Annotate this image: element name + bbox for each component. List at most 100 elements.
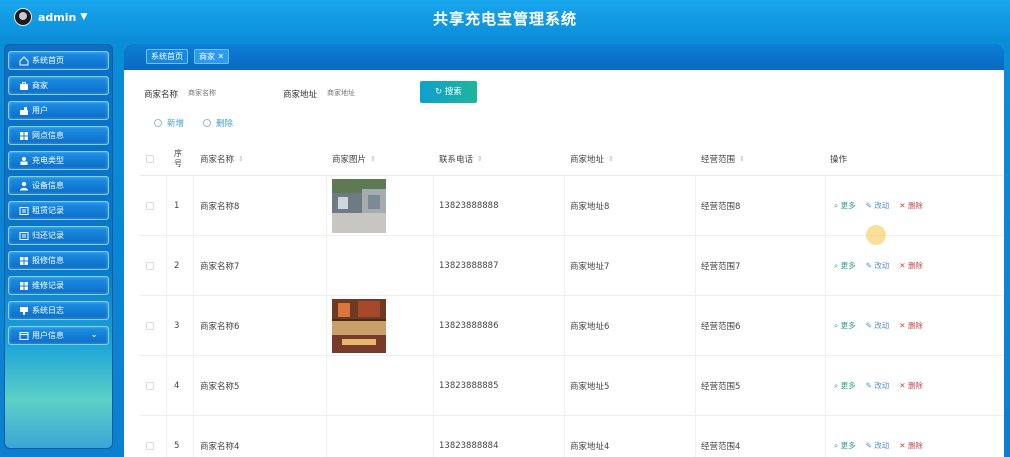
tab-home[interactable]: 系统首页 [146, 49, 188, 64]
add-label: 新增 [167, 119, 185, 129]
row-checkbox[interactable] [146, 441, 154, 450]
delete-row-button[interactable]: ✕ 删除 [899, 260, 923, 271]
grid-icon [20, 281, 28, 290]
row-photo-cell [332, 176, 386, 235]
sidebar-item-charge-type[interactable]: 充电类型 [8, 151, 109, 170]
sidebar-item-label: 归还记录 [32, 231, 64, 240]
sidebar-item-repair-record[interactable]: 维修记录 [8, 276, 109, 295]
row-ops: ⌕ 更多 ✎ 改动 ✕ 删除 [834, 416, 923, 457]
row-address: 商家地址5 [570, 381, 610, 392]
row-name: 商家名称6 [200, 321, 240, 332]
sidebar-item-device[interactable]: 设备信息 [8, 176, 109, 195]
tab-merchant[interactable]: 商家 ✕ [194, 49, 230, 64]
sidebar-item-syslog[interactable]: 系统日志 [8, 301, 109, 320]
app-title: 共享充电宝管理系统 [432, 10, 577, 28]
sidebar-item-user-info[interactable]: 用户信息 ⌄ [8, 326, 109, 345]
sidebar-item-label: 用户信息 [32, 331, 64, 340]
sort-icon[interactable]: ⇕ [477, 155, 483, 163]
row-checkbox-cell[interactable] [146, 356, 154, 415]
merchant-photo[interactable] [332, 298, 386, 353]
row-name: 商家名称7 [200, 261, 240, 272]
col-photo-label: 商家图片 [332, 154, 367, 165]
address-label: 商家地址 [283, 90, 318, 100]
table-row[interactable]: 4 商家名称5 13823888885 商家地址5 经营范围5 ⌕ 更多 ✎ 改… [140, 356, 1004, 416]
delete-row-button[interactable]: ✕ 删除 [899, 320, 923, 331]
col-scope[interactable]: 经营范围 ⇕ [701, 142, 745, 175]
table-row[interactable]: 2 商家名称7 13823888887 商家地址7 经营范围7 ⌕ 更多 ✎ 改… [140, 236, 1004, 296]
row-phone: 13823888887 [439, 260, 499, 271]
row-name: 商家名称8 [200, 201, 240, 212]
more-button[interactable]: ⌕ 更多 [834, 380, 856, 391]
edit-button[interactable]: ✎ 改动 [866, 440, 890, 451]
name-label: 商家名称 [144, 90, 179, 100]
sort-icon[interactable]: ⇕ [739, 155, 745, 163]
row-checkbox[interactable] [146, 321, 154, 330]
sidebar-item-repair-info[interactable]: 报修信息 [8, 251, 109, 270]
more-button[interactable]: ⌕ 更多 [834, 200, 856, 211]
sidebar-item-label: 系统首页 [32, 56, 64, 65]
row-scope: 经营范围5 [701, 381, 741, 392]
chevron-down-icon[interactable]: ⌄ [90, 330, 98, 340]
home-icon [19, 55, 29, 65]
edit-button[interactable]: ✎ 改动 [866, 200, 890, 211]
delete-row-button[interactable]: ✕ 删除 [899, 380, 923, 391]
row-phone: 13823888888 [439, 200, 499, 211]
sidebar-item-return[interactable]: 归还记录 [8, 226, 109, 245]
select-all-checkbox[interactable] [146, 154, 154, 163]
sort-icon[interactable]: ⇕ [370, 155, 376, 163]
sidebar-item-home[interactable]: 系统首页 [8, 51, 109, 70]
sidebar-item-label: 维修记录 [32, 281, 64, 290]
row-address: 商家地址6 [570, 321, 610, 332]
grid-icon [20, 131, 28, 140]
select-all-checkbox-cell[interactable] [146, 142, 154, 175]
row-checkbox-cell[interactable] [146, 236, 154, 295]
row-phone: 13823888885 [439, 380, 499, 391]
sidebar-item-outlet[interactable]: 网点信息 [8, 126, 109, 145]
sidebar-item-rental[interactable]: 租赁记录 [8, 201, 109, 220]
delete-label: 删除 [216, 119, 234, 129]
sidebar-item-label: 用户 [32, 106, 48, 115]
sidebar-item-user[interactable]: 用户 [8, 101, 109, 120]
col-photo[interactable]: 商家图片 ⇕ [332, 142, 376, 175]
merchant-name-input[interactable] [188, 84, 268, 104]
row-index: 5 [174, 440, 180, 451]
sidebar-item-merchant[interactable]: 商家 [8, 76, 109, 95]
search-button-label: 搜索 [444, 87, 462, 97]
row-address: 商家地址8 [570, 201, 610, 212]
row-checkbox-cell[interactable] [146, 296, 154, 355]
table-row[interactable]: 3 商家名称6 13823888886 商家地址6 经营范围6 ⌕ 更多 ✎ 改… [140, 296, 1004, 356]
add-button[interactable]: 新增 [154, 117, 184, 129]
row-checkbox[interactable] [146, 261, 154, 270]
col-name[interactable]: 商家名称 ⇕ [200, 142, 244, 175]
top-header: admin ▼ 共享充电宝管理系统 [0, 0, 1010, 38]
col-phone[interactable]: 联系电话 ⇕ [439, 142, 483, 175]
edit-button[interactable]: ✎ 改动 [866, 260, 890, 271]
table-header: 序号 商家名称 ⇕ 商家图片 ⇕ 联系电话 ⇕ 商家地址 ⇕ 经营范围 ⇕ 操作 [140, 142, 1004, 176]
row-checkbox[interactable] [146, 201, 154, 210]
edit-button[interactable]: ✎ 改动 [866, 380, 890, 391]
delete-row-button[interactable]: ✕ 删除 [899, 200, 923, 211]
refresh-icon: ↻ [435, 87, 443, 97]
edit-button[interactable]: ✎ 改动 [866, 320, 890, 331]
row-address: 商家地址4 [570, 441, 610, 452]
row-checkbox[interactable] [146, 381, 154, 390]
sidebar-item-label: 设备信息 [32, 181, 64, 190]
sort-icon[interactable]: ⇕ [238, 155, 244, 163]
row-index: 2 [174, 260, 180, 271]
more-button[interactable]: ⌕ 更多 [834, 440, 856, 451]
search-button[interactable]: ↻ 搜索 [420, 81, 477, 103]
col-address[interactable]: 商家地址 ⇕ [570, 142, 614, 175]
row-checkbox-cell[interactable] [146, 416, 154, 457]
row-checkbox-cell[interactable] [146, 176, 154, 235]
merchant-photo[interactable] [332, 178, 386, 233]
briefcase-icon [20, 81, 28, 90]
delete-row-button[interactable]: ✕ 删除 [899, 440, 923, 451]
table-row[interactable]: 1 商家名称8 13823888888 商家地址8 经营范围8 ⌕ 更多 ✎ 改… [140, 176, 1004, 245]
more-button[interactable]: ⌕ 更多 [834, 320, 856, 331]
merchant-address-input[interactable] [327, 84, 407, 104]
table-row[interactable]: 5 商家名称4 13823888884 商家地址4 经营范围4 ⌕ 更多 ✎ 改… [140, 416, 1004, 457]
delete-button[interactable]: 删除 [203, 117, 233, 129]
row-ops: ⌕ 更多 ✎ 改动 ✕ 删除 [834, 356, 923, 415]
more-button[interactable]: ⌕ 更多 [834, 260, 856, 271]
sort-icon[interactable]: ⇕ [608, 155, 614, 163]
